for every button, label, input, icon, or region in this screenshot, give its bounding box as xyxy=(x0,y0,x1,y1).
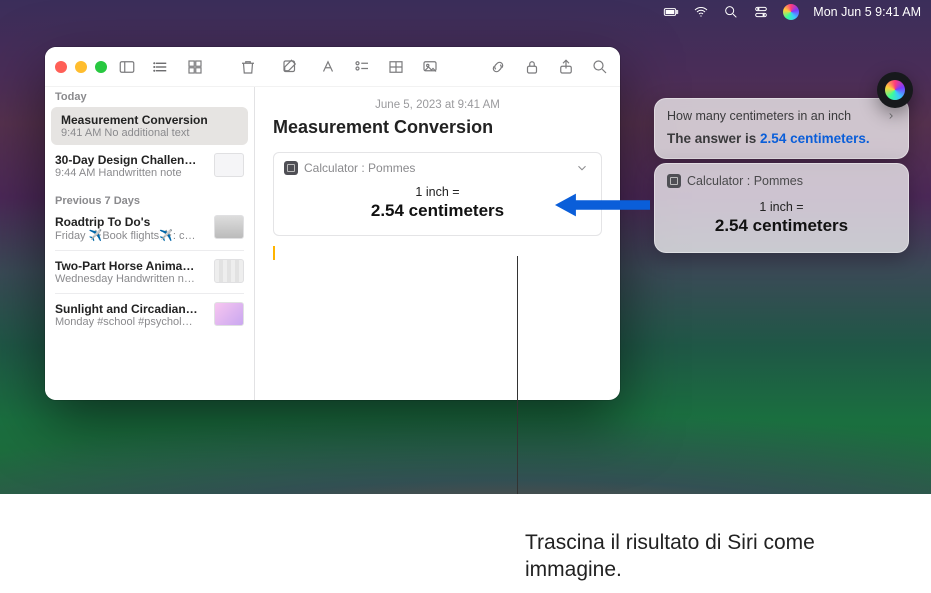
note-title: Measurement Conversion xyxy=(61,113,238,127)
note-meta: 9:41 AM No additional text xyxy=(61,127,238,139)
note-meta: 9:44 AM Handwritten note xyxy=(55,167,206,179)
notes-titlebar xyxy=(45,47,620,87)
text-cursor xyxy=(273,246,275,260)
calculator-icon xyxy=(284,161,298,175)
note-title-heading: Measurement Conversion xyxy=(273,117,602,138)
siri-query-panel: How many centimeters in an inch The answ… xyxy=(654,98,909,159)
siri-orb[interactable] xyxy=(877,72,913,108)
calculator-icon xyxy=(667,174,681,188)
minimize-button[interactable] xyxy=(75,61,87,73)
battery-icon[interactable] xyxy=(663,5,679,19)
sidebar-item-measurement[interactable]: Measurement Conversion 9:41 AM No additi… xyxy=(51,107,248,145)
note-meta: Wednesday Handwritten n… xyxy=(55,273,206,285)
media-icon[interactable] xyxy=(420,57,440,77)
share-icon[interactable] xyxy=(556,57,576,77)
note-editor[interactable]: June 5, 2023 at 9:41 AM Measurement Conv… xyxy=(255,87,620,400)
calc-inch-line: 1 inch = xyxy=(284,185,591,199)
checklist-icon[interactable] xyxy=(352,57,372,77)
wifi-icon[interactable] xyxy=(693,5,709,19)
textformat-icon[interactable] xyxy=(318,57,338,77)
sidebar-item-roadtrip[interactable]: Roadtrip To Do's Friday ✈️Book flights✈️… xyxy=(45,209,254,248)
notes-window: Today Measurement Conversion 9:41 AM No … xyxy=(45,47,620,400)
close-button[interactable] xyxy=(55,61,67,73)
link-icon[interactable] xyxy=(488,57,508,77)
note-title: 30-Day Design Challen… xyxy=(55,153,206,167)
desktop: Mon Jun 5 9:41 AM xyxy=(0,0,931,494)
siri-answer-text: The answer is 2.54 centimeters. xyxy=(667,131,896,146)
note-thumb xyxy=(214,302,244,326)
spotlight-icon[interactable] xyxy=(723,5,739,19)
list-view-icon[interactable] xyxy=(151,57,171,77)
calc-source-label: Calculator : Pommes xyxy=(687,174,803,188)
sidebar-section-prev7: Previous 7 Days xyxy=(45,191,254,209)
menubar: Mon Jun 5 9:41 AM xyxy=(0,0,931,24)
window-controls xyxy=(55,61,107,73)
calc-source-label: Calculator : Pommes xyxy=(304,161,415,175)
note-title: Two-Part Horse Anima… xyxy=(55,259,206,273)
trash-icon[interactable] xyxy=(238,57,258,77)
siri-question-row[interactable]: How many centimeters in an inch xyxy=(667,109,896,123)
note-dateline: June 5, 2023 at 9:41 AM xyxy=(273,99,602,111)
calc-result-card[interactable]: Calculator : Pommes 1 inch = 2.54 centim… xyxy=(273,152,602,236)
siri-icon xyxy=(885,80,905,100)
sidebar-item-design-challenge[interactable]: 30-Day Design Challen… 9:44 AM Handwritt… xyxy=(45,147,254,185)
menubar-datetime[interactable]: Mon Jun 5 9:41 AM xyxy=(813,5,921,19)
note-meta: Friday ✈️Book flights✈️: c… xyxy=(55,229,206,242)
control-center-icon[interactable] xyxy=(753,5,769,19)
sidebar-item-circadian[interactable]: Sunlight and Circadian… Monday #school #… xyxy=(45,296,254,334)
zoom-button[interactable] xyxy=(95,61,107,73)
chevron-right-icon xyxy=(886,111,896,121)
sidebar-section-today: Today xyxy=(45,87,254,105)
siri-question-text: How many centimeters in an inch xyxy=(667,109,851,123)
toggle-sidebar-icon[interactable] xyxy=(117,57,137,77)
lock-icon[interactable] xyxy=(522,57,542,77)
drag-arrow xyxy=(555,190,650,220)
calc-result-line: 2.54 centimeters xyxy=(284,201,591,221)
note-thumb xyxy=(214,259,244,283)
sidebar-item-horse-anim[interactable]: Two-Part Horse Anima… Wednesday Handwrit… xyxy=(45,253,254,291)
note-title: Roadtrip To Do's xyxy=(55,215,206,229)
note-title: Sunlight and Circadian… xyxy=(55,302,206,316)
callout-text: Trascina il risultato di Siri come immag… xyxy=(525,530,845,584)
calc-result-line: 2.54 centimeters xyxy=(667,216,896,236)
grid-view-icon[interactable] xyxy=(185,57,205,77)
search-icon[interactable] xyxy=(590,57,610,77)
compose-icon[interactable] xyxy=(280,57,300,77)
note-thumb xyxy=(214,153,244,177)
calc-inch-line: 1 inch = xyxy=(667,200,896,214)
table-icon[interactable] xyxy=(386,57,406,77)
note-thumb xyxy=(214,215,244,239)
notes-sidebar: Today Measurement Conversion 9:41 AM No … xyxy=(45,87,255,400)
siri-result-card[interactable]: Calculator : Pommes 1 inch = 2.54 centim… xyxy=(654,163,909,253)
callout-leader xyxy=(517,256,518,494)
siri-menubar-icon[interactable] xyxy=(783,4,799,20)
note-meta: Monday #school #psychol… xyxy=(55,316,206,328)
chevron-down-icon[interactable] xyxy=(575,161,591,177)
